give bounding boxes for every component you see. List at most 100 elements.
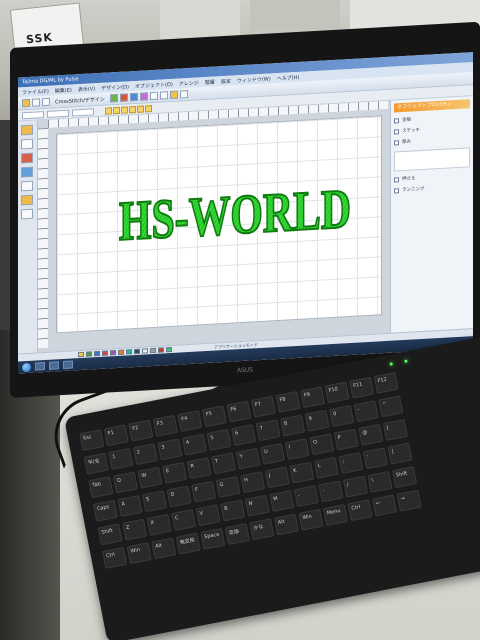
grid-icon[interactable] (179, 90, 188, 99)
design-lettering[interactable]: HS-WORLD (118, 177, 352, 254)
keyboard-key[interactable]: W (137, 466, 163, 489)
keyboard-key[interactable]: ^ (378, 395, 404, 418)
keyboard-key[interactable]: F3 (152, 414, 178, 437)
lettering-icon[interactable] (169, 90, 178, 100)
keyboard-key[interactable]: 4 (181, 433, 207, 456)
color-swatch[interactable] (118, 349, 124, 355)
stitch-type-button[interactable] (137, 105, 144, 113)
stitch-type-button[interactable] (113, 106, 120, 114)
keyboard-key[interactable]: 変換 (224, 523, 250, 545)
keyboard-key[interactable]: - (353, 400, 379, 423)
keyboard-key[interactable]: Ctrl (347, 499, 373, 522)
keyboard-key[interactable]: 7 (255, 419, 281, 442)
keyboard-key[interactable]: Space (200, 527, 226, 550)
keyboard-key[interactable]: かな (249, 518, 275, 541)
pen-tool-icon[interactable] (21, 152, 33, 164)
stitch-type-button[interactable] (129, 105, 136, 113)
property-field[interactable] (22, 110, 44, 119)
panel-option[interactable]: 押さえ (394, 172, 470, 182)
menu-edit[interactable]: 編集(E) (55, 86, 72, 94)
open-icon[interactable] (32, 98, 40, 107)
keyboard-key[interactable]: Shift (97, 523, 123, 546)
keyboard-key[interactable]: : (362, 447, 388, 470)
keyboard-key[interactable]: X (146, 513, 172, 536)
keyboard-key[interactable]: Shift (392, 466, 418, 489)
stitch-type-button[interactable] (105, 106, 112, 115)
keyboard-key[interactable]: 9 (304, 409, 330, 432)
property-field[interactable] (72, 107, 94, 117)
keyboard-key[interactable]: B (220, 499, 246, 522)
stitch-type-button[interactable] (145, 104, 152, 112)
keyboard-key[interactable]: Ctrl (102, 546, 128, 569)
pointer-tool-icon[interactable] (21, 138, 33, 150)
keyboard-key[interactable]: F9 (300, 386, 326, 409)
checkbox[interactable] (394, 117, 399, 124)
keyboard-key[interactable]: F7 (250, 395, 277, 418)
keyboard-key[interactable]: , (293, 485, 319, 508)
keyboard-key[interactable]: F8 (275, 391, 301, 413)
keyboard-key[interactable]: 0 (329, 405, 355, 427)
fill-tool-icon[interactable] (21, 194, 33, 206)
keyboard-key[interactable]: F12 (373, 371, 399, 394)
keyboard-key[interactable]: C (171, 509, 197, 531)
keyboard-key[interactable]: Q (112, 471, 138, 494)
fill-icon[interactable] (119, 93, 128, 102)
keyboard-key[interactable]: 8 (280, 414, 306, 437)
browser-icon[interactable] (49, 361, 59, 370)
checkbox[interactable] (394, 176, 399, 183)
color-swatch[interactable] (158, 347, 164, 353)
keyboard-key[interactable]: F4 (177, 410, 203, 432)
keyboard-key[interactable]: O (309, 433, 335, 456)
keyboard-key[interactable]: ] (387, 442, 413, 465)
panel-option[interactable]: ランニング (394, 183, 470, 193)
keyboard-key[interactable]: U (260, 442, 286, 465)
keyboard-key[interactable]: 1 (108, 447, 134, 470)
stitch-type-button[interactable] (121, 105, 128, 114)
keyboard-key[interactable]: Win (298, 508, 324, 531)
menu-design[interactable]: デザイン(D) (101, 83, 129, 92)
text-tool-icon[interactable] (21, 166, 33, 178)
embroidery-design[interactable]: HS-WORLD (115, 172, 355, 255)
keyboard-key[interactable]: J (264, 466, 290, 489)
keyboard-key[interactable]: 5 (206, 428, 232, 451)
keyboard-key[interactable]: N (244, 494, 270, 517)
select-tool-icon[interactable] (21, 124, 33, 136)
keyboard-key[interactable]: F10 (324, 381, 350, 404)
keyboard-key[interactable]: F2 (128, 419, 154, 442)
keyboard-key[interactable]: S (142, 490, 168, 513)
menu-file[interactable]: ファイル(F) (22, 87, 49, 95)
keyboard-key[interactable]: Menu (322, 504, 349, 526)
keyboard-key[interactable]: G (215, 476, 241, 498)
color-icon[interactable] (139, 92, 148, 101)
color-swatch[interactable] (110, 350, 116, 356)
keyboard-key[interactable]: [ (382, 419, 408, 441)
keyboard-key[interactable]: / (342, 475, 368, 498)
keyboard-key[interactable]: K (289, 461, 315, 484)
keyboard-key[interactable]: . (318, 480, 344, 503)
keyboard-key[interactable]: 無変換 (175, 532, 201, 555)
keyboard-key[interactable]: F11 (349, 376, 375, 399)
zoom-out-icon[interactable] (159, 91, 168, 100)
color-swatch[interactable] (150, 347, 156, 354)
color-swatch[interactable] (126, 349, 132, 355)
checkbox[interactable] (394, 128, 399, 135)
keyboard-key[interactable]: V (195, 504, 221, 527)
color-swatch[interactable] (94, 350, 100, 357)
keyboard-key[interactable]: L (313, 456, 339, 479)
keyboard-key[interactable]: Tab (88, 476, 114, 499)
color-swatch[interactable] (142, 348, 148, 354)
menu-arrange[interactable]: アレンジ (179, 79, 199, 87)
keyboard-key[interactable]: ; (338, 452, 364, 475)
keyboard-key[interactable]: Y (235, 447, 261, 470)
checkbox[interactable] (394, 139, 399, 146)
keyboard-key[interactable]: 6 (231, 424, 257, 446)
property-field[interactable] (47, 109, 69, 118)
explorer-icon[interactable] (35, 362, 45, 371)
keyboard-key[interactable]: R (186, 457, 212, 480)
keyboard-key[interactable]: 2 (132, 443, 158, 466)
measure-tool-icon[interactable] (21, 208, 33, 220)
checkbox[interactable] (394, 187, 399, 194)
menu-window[interactable]: ウィンドウ(W) (237, 75, 271, 84)
keyboard-key[interactable]: A (117, 495, 143, 517)
keyboard-key[interactable]: 半/全 (83, 452, 109, 475)
